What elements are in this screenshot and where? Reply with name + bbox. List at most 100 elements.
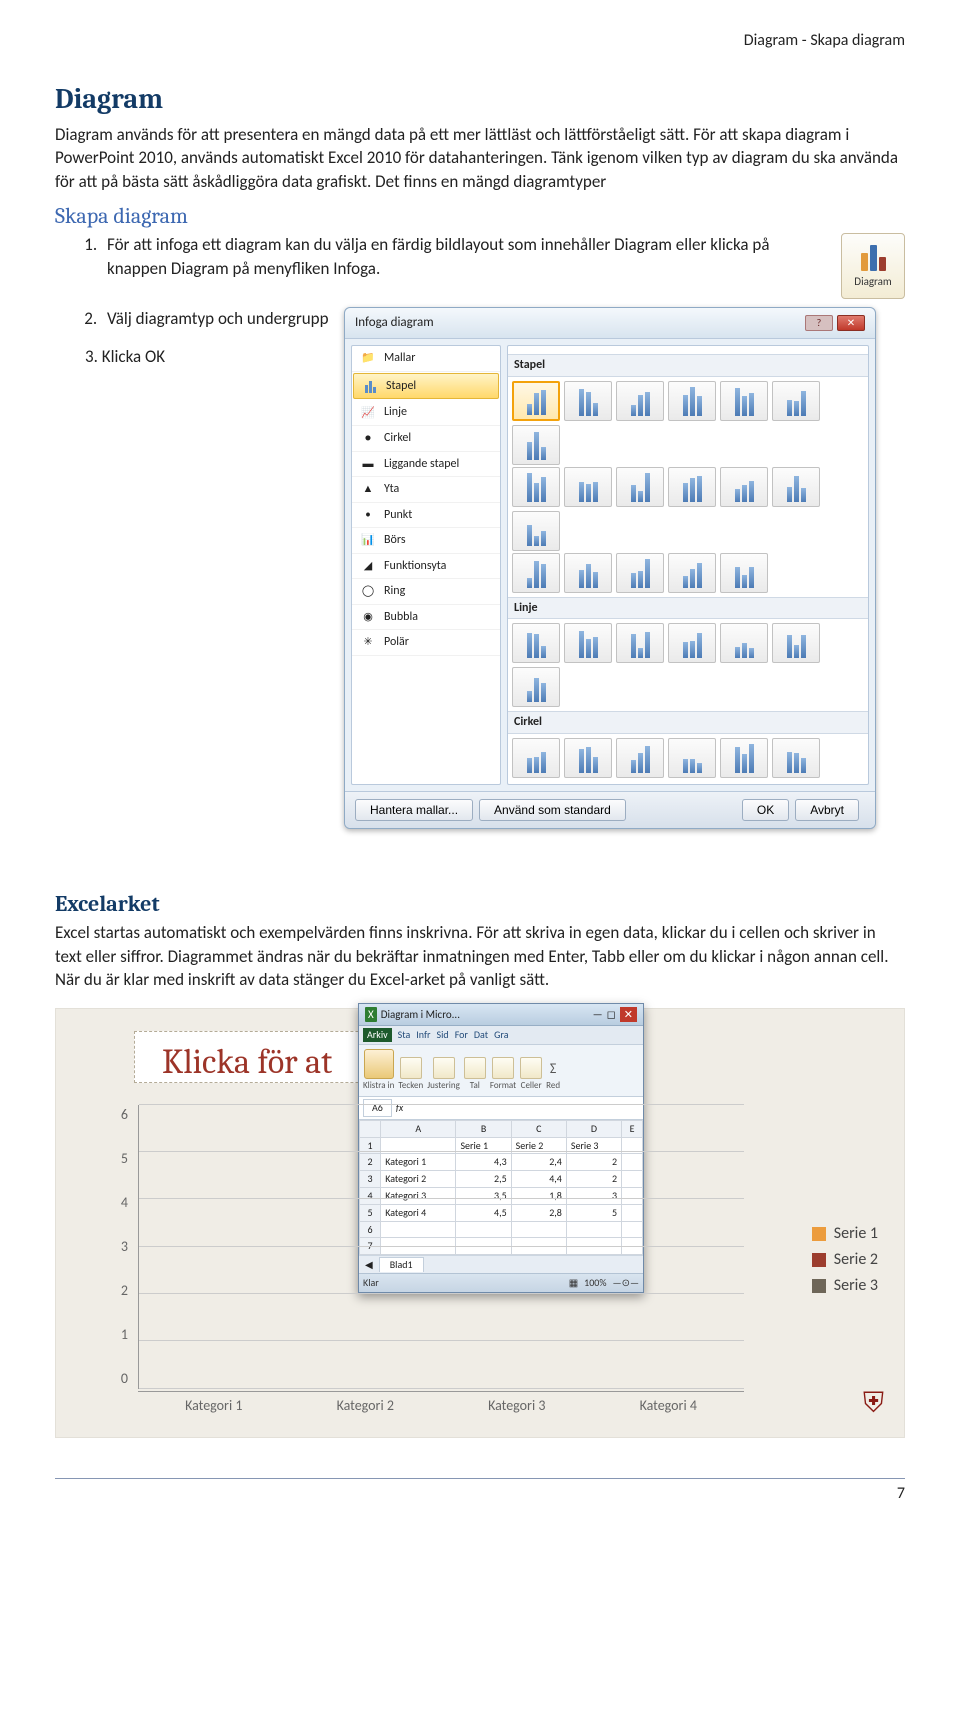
chart-thumbnail[interactable] (616, 553, 664, 593)
y-axis: 0123456 (104, 1105, 134, 1389)
sigma-icon[interactable]: Σ (550, 1059, 556, 1078)
format-icon[interactable] (492, 1057, 514, 1079)
help-button[interactable]: ? (805, 315, 833, 331)
chart-category-börs[interactable]: 📊 Börs (352, 528, 500, 554)
chart-category-punkt[interactable]: •Punkt (352, 503, 500, 529)
chart-thumbnail[interactable] (564, 623, 612, 663)
chart-category-ring[interactable]: ◯Ring (352, 579, 500, 605)
category-label: Linje (384, 404, 407, 421)
dialog-title: Infoga diagram (355, 314, 434, 332)
file-tab[interactable]: Arkiv (363, 1028, 392, 1042)
chart-thumbnail[interactable] (720, 738, 768, 778)
embedded-chart: 0123456 Kategori 1Kategori 2Kategori 3Ka… (104, 1105, 744, 1417)
ribbon-tab[interactable]: For (455, 1028, 468, 1042)
align-icon[interactable] (433, 1057, 455, 1079)
ribbon-tab[interactable]: Infr (416, 1028, 430, 1042)
chart-thumbnail[interactable] (512, 667, 560, 707)
manage-templates-button[interactable]: Hantera mallar... (355, 799, 473, 821)
cancel-button[interactable]: Avbryt (795, 799, 859, 821)
chart-category-linje[interactable]: 📈Linje (352, 400, 500, 426)
mini-ribbon-tabs[interactable]: Arkiv Sta Infr Sid For Dat Gra (359, 1026, 643, 1045)
category-icon: ✳ (360, 636, 376, 650)
chart-thumbnail[interactable] (772, 623, 820, 663)
chart-thumbnail[interactable] (668, 467, 716, 507)
chart-category-bubbla[interactable]: ◉Bubbla (352, 605, 500, 631)
chart-category-yta[interactable]: ▲Yta (352, 477, 500, 503)
legend-item: Serie 2 (812, 1249, 878, 1271)
shield-emblem-icon: ⛨ (863, 1384, 884, 1423)
thumb-section-header: Stapel (508, 354, 868, 377)
close-icon[interactable]: ✕ (837, 315, 865, 331)
thumb-section-header: Cirkel (508, 711, 868, 734)
x-tick-label: Kategori 1 (185, 1396, 242, 1417)
category-icon: ◉ (360, 610, 376, 624)
chart-thumbnail[interactable] (720, 623, 768, 663)
chart-thumbnail[interactable] (512, 511, 560, 551)
chart-thumbnail[interactable] (564, 738, 612, 778)
chart-category-mallar[interactable]: 📁Mallar (352, 346, 500, 372)
category-icon: 📊 (360, 533, 376, 547)
maximize-icon[interactable]: ◻ (607, 1007, 616, 1022)
number-icon[interactable] (464, 1057, 486, 1079)
ok-button[interactable]: OK (742, 799, 789, 821)
paste-icon[interactable] (364, 1049, 394, 1079)
ribbon-tab[interactable]: Sta (398, 1028, 411, 1042)
intro-paragraph: Diagram används för att presentera en mä… (55, 123, 905, 193)
chart-thumbnail[interactable] (512, 381, 560, 421)
ribbon-tab[interactable]: Gra (494, 1028, 508, 1042)
chart-thumbnail[interactable] (564, 553, 612, 593)
ribbon-tab[interactable]: Sid (437, 1028, 449, 1042)
chart-title-partial: Klicka för at (162, 1039, 332, 1086)
category-icon: ▬ (360, 457, 376, 471)
chart-category-polär[interactable]: ✳Polär (352, 630, 500, 656)
chart-thumbnail[interactable] (512, 467, 560, 507)
step-2-text: Välj diagramtyp och undergrupp (107, 307, 330, 330)
chart-thumbnail[interactable] (772, 381, 820, 421)
set-default-button[interactable]: Använd som standard (479, 799, 626, 821)
chart-thumbnail[interactable] (616, 623, 664, 663)
chart-bars (138, 1105, 744, 1389)
h1-title: Diagram (55, 80, 905, 119)
ribbon-groups: Klistra in Tecken Justering Tal Format C… (359, 1045, 643, 1097)
chart-category-liggande-stapel[interactable]: ▬ Liggande stapel (352, 452, 500, 478)
category-label: Börs (384, 532, 406, 549)
chart-thumbnail[interactable] (616, 738, 664, 778)
chart-thumbnail[interactable] (616, 381, 664, 421)
chart-thumbnail[interactable] (668, 381, 716, 421)
chart-thumbnail[interactable] (720, 553, 768, 593)
chart-thumbnail[interactable] (564, 467, 612, 507)
bar-chart-icon (861, 243, 886, 271)
chart-category-stapel[interactable]: Stapel (353, 373, 499, 400)
category-icon: ▲ (360, 482, 376, 496)
chart-thumbnail[interactable] (668, 738, 716, 778)
thumb-section-header: Linje (508, 597, 868, 620)
chart-thumbnail[interactable] (564, 381, 612, 421)
cells-icon[interactable] (520, 1057, 542, 1079)
ribbon-tab[interactable]: Dat (474, 1028, 488, 1042)
chart-category-cirkel[interactable]: ●Cirkel (352, 426, 500, 452)
chart-category-list[interactable]: 📁MallarStapel📈Linje●Cirkel ▬ Liggande stap… (351, 345, 501, 785)
chart-thumbnail[interactable] (616, 467, 664, 507)
font-icon[interactable] (400, 1057, 422, 1079)
diagram-ribbon-button[interactable]: Diagram (841, 233, 905, 299)
category-label: Funktionsyta (384, 558, 446, 575)
chart-thumbnail[interactable] (668, 553, 716, 593)
chart-thumbnail[interactable] (512, 738, 560, 778)
chart-thumbnail[interactable] (772, 738, 820, 778)
page-header-right: Diagram - Skapa diagram (55, 30, 905, 52)
chart-thumbnail[interactable] (512, 425, 560, 465)
chart-thumbnail[interactable] (720, 381, 768, 421)
chart-thumbnail[interactable] (668, 623, 716, 663)
close-icon[interactable]: ✕ (620, 1007, 637, 1022)
chart-thumbnails-pane[interactable]: Stapel Linje Cirkel (507, 345, 869, 785)
category-label: Liggande stapel (384, 456, 459, 473)
chart-thumbnail[interactable] (512, 623, 560, 663)
chart-thumbnail[interactable] (772, 467, 820, 507)
minimize-icon[interactable]: — (593, 1007, 603, 1022)
chart-thumbnail[interactable] (720, 467, 768, 507)
chart-thumbnail[interactable] (512, 553, 560, 593)
chart-category-funktionsyta[interactable]: ◢Funktionsyta (352, 554, 500, 580)
diagram-button-label: Diagram (854, 274, 891, 289)
category-label: Mallar (384, 350, 415, 367)
mini-excel-title: Diagram i Micro... (381, 1007, 460, 1022)
